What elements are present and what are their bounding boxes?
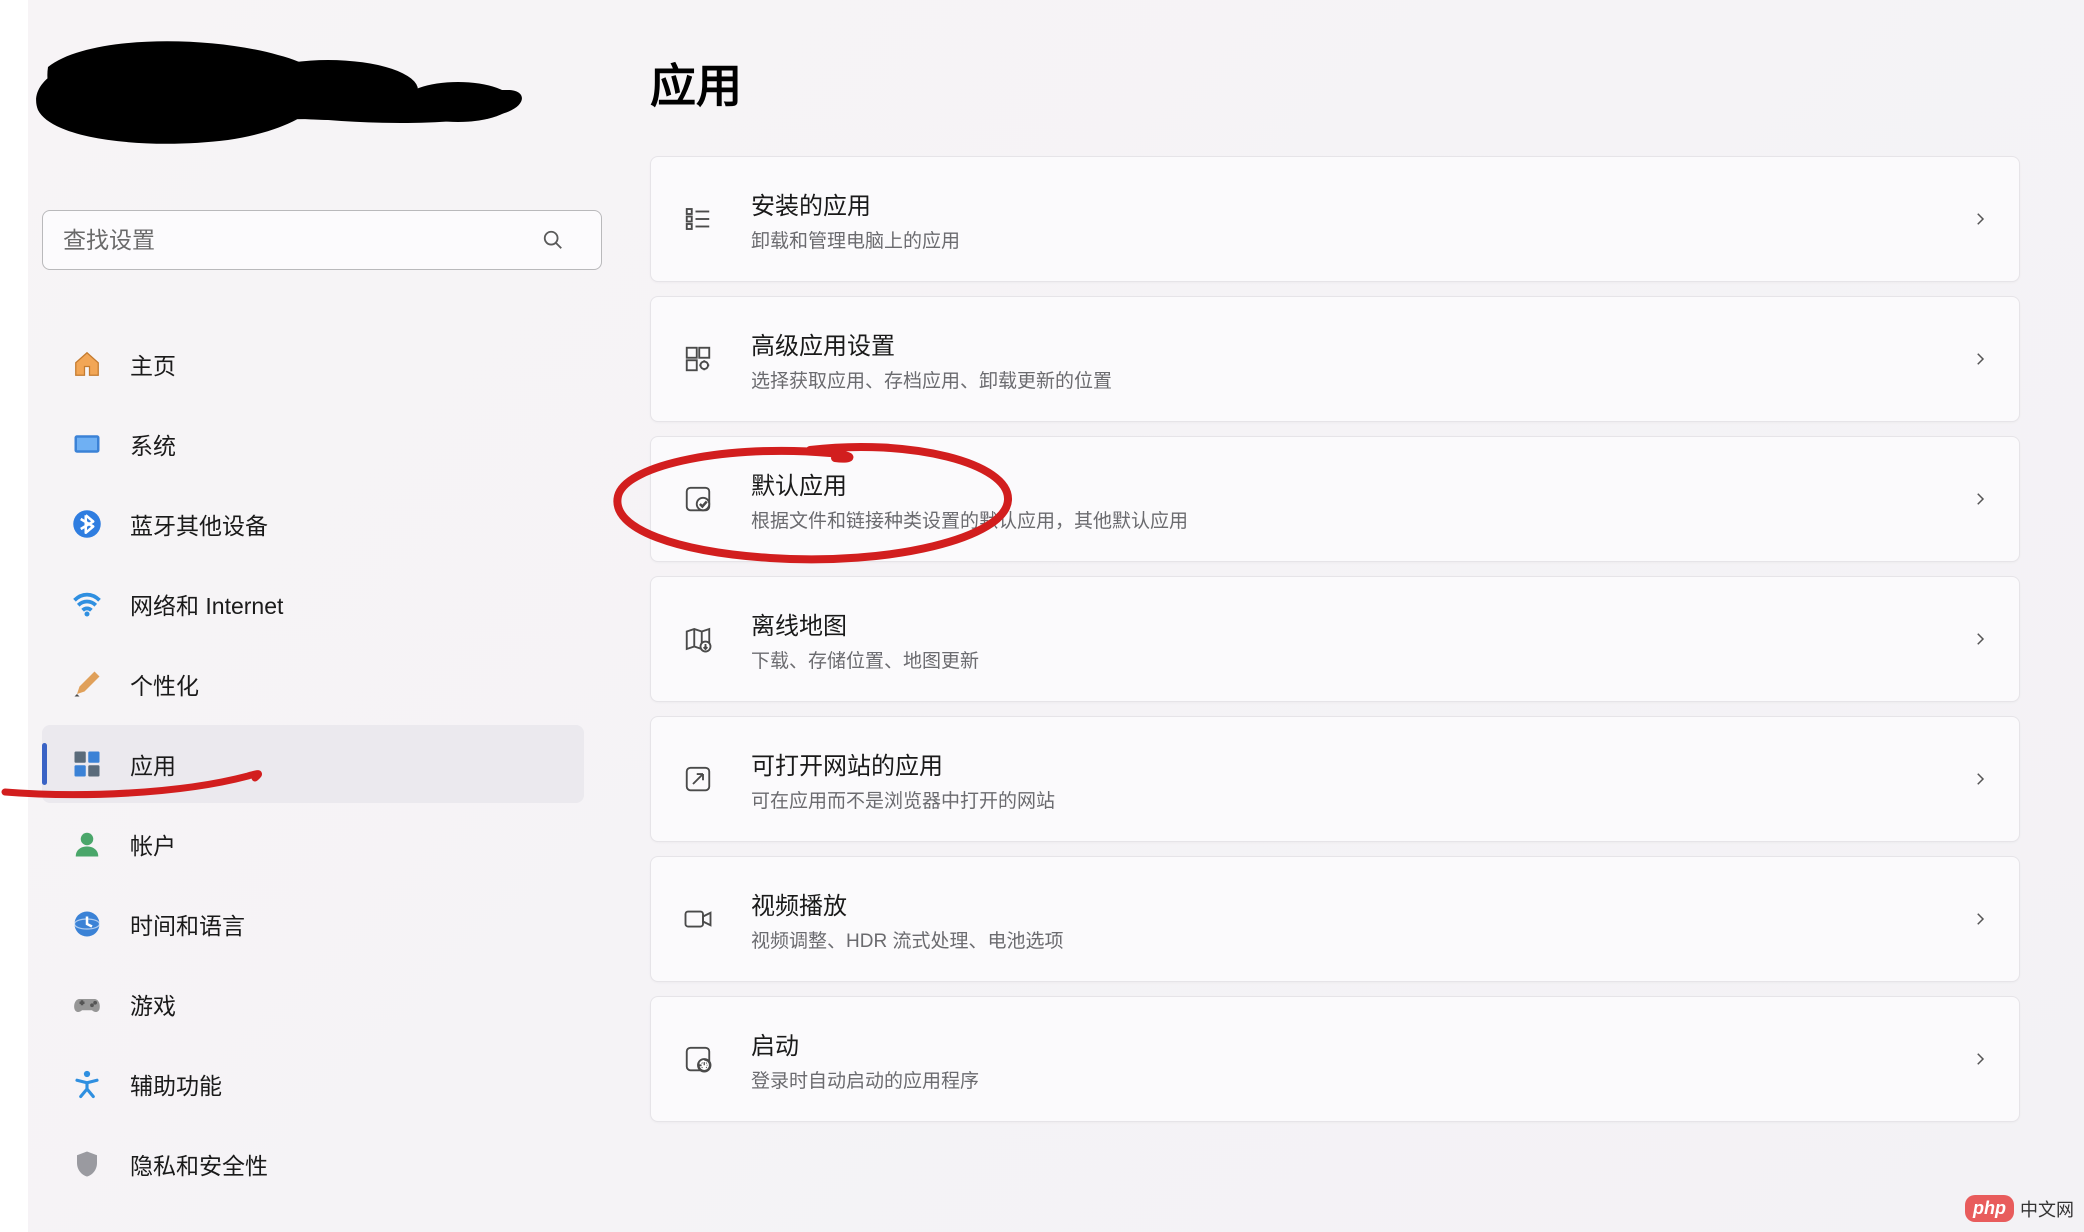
card-text: 安装的应用 卸载和管理电脑上的应用 xyxy=(751,186,1971,253)
chevron-right-icon xyxy=(1971,210,1989,228)
card-startup[interactable]: 启动 登录时自动启动的应用程序 xyxy=(650,996,2020,1122)
nav-label: 隐私和安全性 xyxy=(130,1147,268,1181)
watermark-php: php xyxy=(1965,1195,2014,1222)
chevron-right-icon xyxy=(1971,630,1989,648)
main-content: 应用 安装的应用 卸载和管理电脑上的应用 高级应用设置 选择获取应用、存档应用、… xyxy=(640,0,2044,1122)
nav-label: 游戏 xyxy=(130,987,176,1021)
card-text: 高级应用设置 选择获取应用、存档应用、卸载更新的位置 xyxy=(751,326,1971,393)
nav-personalization[interactable]: 个性化 xyxy=(42,645,584,723)
nav-apps[interactable]: 应用 xyxy=(42,725,584,803)
apps-icon xyxy=(72,749,102,779)
nav-label: 系统 xyxy=(130,427,176,461)
card-video-playback[interactable]: 视频播放 视频调整、HDR 流式处理、电池选项 xyxy=(650,856,2020,982)
accessibility-icon xyxy=(72,1069,102,1099)
card-title: 可打开网站的应用 xyxy=(751,746,1971,781)
card-desc: 登录时自动启动的应用程序 xyxy=(751,1066,1971,1093)
nav-label: 网络和 Internet xyxy=(130,587,283,621)
card-title: 默认应用 xyxy=(751,466,1971,501)
card-desc: 可在应用而不是浏览器中打开的网站 xyxy=(751,786,1971,813)
nav-label: 帐户 xyxy=(130,827,176,861)
card-title: 安装的应用 xyxy=(751,186,1971,221)
card-advanced-app-settings[interactable]: 高级应用设置 选择获取应用、存档应用、卸载更新的位置 xyxy=(650,296,2020,422)
websites-icon xyxy=(681,762,715,796)
accounts-icon xyxy=(72,829,102,859)
search-input[interactable] xyxy=(42,210,602,270)
page-title: 应用 xyxy=(650,50,2020,116)
search-icon xyxy=(542,229,564,251)
card-desc: 视频调整、HDR 流式处理、电池选项 xyxy=(751,926,1971,953)
settings-cards: 安装的应用 卸载和管理电脑上的应用 高级应用设置 选择获取应用、存档应用、卸载更… xyxy=(650,156,2020,1122)
card-title: 启动 xyxy=(751,1026,1971,1061)
system-icon xyxy=(72,429,102,459)
gaming-icon xyxy=(72,989,102,1019)
personalize-icon xyxy=(72,669,102,699)
nav-label: 应用 xyxy=(130,747,176,781)
search-container xyxy=(42,210,586,270)
card-desc: 卸载和管理电脑上的应用 xyxy=(751,226,1971,253)
video-icon xyxy=(681,902,715,936)
nav-label: 时间和语言 xyxy=(130,907,245,941)
card-title: 视频播放 xyxy=(751,886,1971,921)
chevron-right-icon xyxy=(1971,350,1989,368)
home-icon xyxy=(72,349,102,379)
time-icon xyxy=(72,909,102,939)
card-title: 高级应用设置 xyxy=(751,326,1971,361)
nav-bluetooth[interactable]: 蓝牙其他设备 xyxy=(42,485,584,563)
privacy-icon xyxy=(72,1149,102,1179)
advanced-settings-icon xyxy=(681,342,715,376)
window-edge xyxy=(0,0,28,1232)
nav-label: 蓝牙其他设备 xyxy=(130,507,268,541)
card-desc: 根据文件和链接种类设置的默认应用，其他默认应用 xyxy=(751,506,1971,533)
nav-gaming[interactable]: 游戏 xyxy=(42,965,584,1043)
card-desc: 下载、存储位置、地图更新 xyxy=(751,646,1971,673)
card-text: 默认应用 根据文件和链接种类设置的默认应用，其他默认应用 xyxy=(751,466,1971,533)
card-default-apps[interactable]: 默认应用 根据文件和链接种类设置的默认应用，其他默认应用 xyxy=(650,436,2020,562)
bluetooth-icon xyxy=(72,509,102,539)
nav-list: 主页 系统 蓝牙其他设备 网络和 Internet 个性化 xyxy=(28,325,598,1203)
chevron-right-icon xyxy=(1971,490,1989,508)
nav-network[interactable]: 网络和 Internet xyxy=(42,565,584,643)
watermark: php 中文网 xyxy=(1965,1195,2074,1222)
nav-privacy[interactable]: 隐私和安全性 xyxy=(42,1125,584,1203)
startup-icon xyxy=(681,1042,715,1076)
card-text: 启动 登录时自动启动的应用程序 xyxy=(751,1026,1971,1093)
chevron-right-icon xyxy=(1971,910,1989,928)
card-text: 视频播放 视频调整、HDR 流式处理、电池选项 xyxy=(751,886,1971,953)
network-icon xyxy=(72,589,102,619)
sidebar: 主页 系统 蓝牙其他设备 网络和 Internet 个性化 xyxy=(28,0,598,1232)
redaction-scribble xyxy=(28,30,528,150)
nav-label: 辅助功能 xyxy=(130,1067,222,1101)
default-apps-icon xyxy=(681,482,715,516)
card-desc: 选择获取应用、存档应用、卸载更新的位置 xyxy=(751,366,1971,393)
card-apps-for-websites[interactable]: 可打开网站的应用 可在应用而不是浏览器中打开的网站 xyxy=(650,716,2020,842)
maps-icon xyxy=(681,622,715,656)
nav-system[interactable]: 系统 xyxy=(42,405,584,483)
card-offline-maps[interactable]: 离线地图 下载、存储位置、地图更新 xyxy=(650,576,2020,702)
chevron-right-icon xyxy=(1971,1050,1989,1068)
nav-label: 主页 xyxy=(130,347,176,381)
nav-accessibility[interactable]: 辅助功能 xyxy=(42,1045,584,1123)
chevron-right-icon xyxy=(1971,770,1989,788)
nav-accounts[interactable]: 帐户 xyxy=(42,805,584,883)
nav-time-language[interactable]: 时间和语言 xyxy=(42,885,584,963)
card-text: 可打开网站的应用 可在应用而不是浏览器中打开的网站 xyxy=(751,746,1971,813)
card-installed-apps[interactable]: 安装的应用 卸载和管理电脑上的应用 xyxy=(650,156,2020,282)
card-title: 离线地图 xyxy=(751,606,1971,641)
nav-home[interactable]: 主页 xyxy=(42,325,584,403)
watermark-cn: 中文网 xyxy=(2020,1196,2074,1222)
nav-label: 个性化 xyxy=(130,667,199,701)
card-text: 离线地图 下载、存储位置、地图更新 xyxy=(751,606,1971,673)
installed-apps-icon xyxy=(681,202,715,236)
